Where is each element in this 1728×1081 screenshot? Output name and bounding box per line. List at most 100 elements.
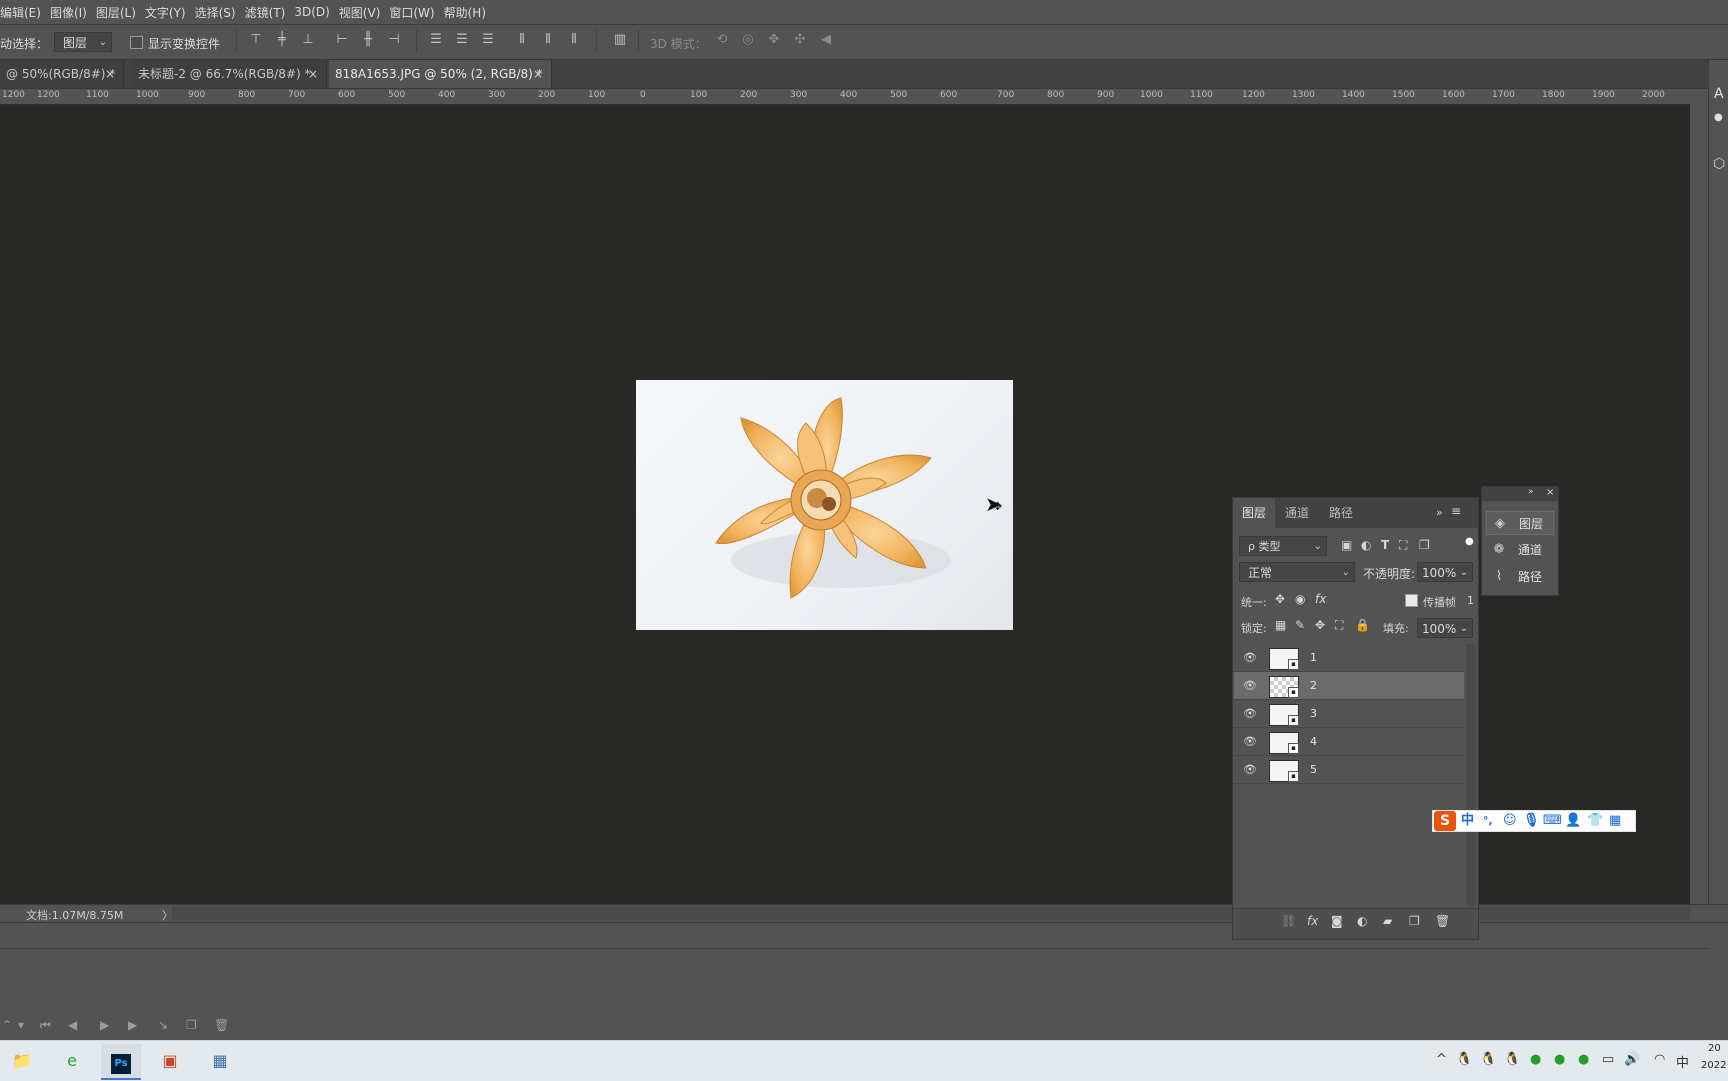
expand-icon[interactable]: » <box>1436 506 1443 519</box>
lock-transparent-icon[interactable]: ▦ <box>1275 618 1286 632</box>
lock-paint-icon[interactable]: ✎ <box>1295 618 1305 632</box>
delete-frame-icon[interactable]: 🗑 <box>214 1018 229 1032</box>
close-icon[interactable]: × <box>105 60 115 88</box>
adjustment-layer-icon[interactable]: ◐ <box>1357 914 1367 928</box>
distribute-right-icon[interactable]: ⫴ <box>566 32 582 48</box>
layers-scrollbar[interactable] <box>1466 644 1476 906</box>
delete-layer-icon[interactable]: 🗑 <box>1435 914 1450 928</box>
layer-row-selected[interactable]: 👁 ▪ 2 <box>1234 672 1464 700</box>
layer-name[interactable]: 3 <box>1310 707 1317 720</box>
show-hidden-icons-icon[interactable]: ^ <box>1436 1052 1447 1067</box>
unify-position-icon[interactable]: ✥ <box>1275 592 1285 606</box>
ime-toolbar[interactable]: S 中 °, ☺ 🎙 ⌨ 👤 👕 ▦ <box>1432 810 1636 832</box>
distribute-hcenter-icon[interactable]: ⫴ <box>540 32 556 48</box>
auto-select-dropdown[interactable]: 图层 ⌄ <box>54 32 112 52</box>
tab-document-active[interactable]: 818A1653.JPG @ 50% (2, RGB/8) * × <box>329 60 552 88</box>
tab-paths[interactable]: 路径 <box>1319 498 1363 528</box>
lock-all-icon[interactable]: 🔒 <box>1355 618 1370 632</box>
close-icon[interactable]: × <box>533 60 543 88</box>
unify-style-icon[interactable]: fx <box>1315 592 1326 606</box>
chevron-down-icon[interactable]: ▾ <box>18 1018 24 1032</box>
auto-align-icon[interactable]: ▥ <box>612 32 628 48</box>
eye-icon[interactable]: 👁 <box>1243 763 1257 777</box>
mini-panel-layers[interactable]: ◈ 图层 <box>1486 511 1554 535</box>
align-right-icon[interactable]: ⊣ <box>386 32 402 48</box>
layer-filter-dropdown[interactable]: ρ 类型 ⌄ <box>1239 536 1327 556</box>
type-filter-icon[interactable]: T <box>1381 538 1389 552</box>
photoshop-taskbar-button[interactable]: Ps <box>101 1044 141 1080</box>
duplicate-frame-icon[interactable]: ❐ <box>186 1018 197 1032</box>
ime-punctuation[interactable]: °, <box>1483 812 1493 830</box>
add-mask-icon[interactable]: ◙ <box>1331 914 1343 928</box>
close-icon[interactable]: × <box>1546 487 1554 498</box>
scale-3d-icon[interactable]: ◀ <box>818 32 834 48</box>
tween-icon[interactable]: ↘ <box>158 1018 168 1032</box>
layer-row[interactable]: 👁 ▪ 4 <box>1234 728 1464 756</box>
prev-frame-icon[interactable]: ◀ <box>68 1018 77 1032</box>
fill-field[interactable]: 100% ⌄ <box>1417 618 1473 638</box>
keyboard-icon[interactable]: ⌨ <box>1543 812 1562 830</box>
slide-3d-icon[interactable]: ✣ <box>792 32 808 48</box>
browser-icon[interactable]: e <box>52 1044 92 1078</box>
filter-toggle-icon[interactable]: ● <box>1465 536 1474 547</box>
align-top-icon[interactable]: ⊤ <box>248 32 264 48</box>
menu-select[interactable]: 选择(S) <box>195 4 245 21</box>
mini-panel-channels[interactable]: ❁ 通道 <box>1486 538 1554 562</box>
layer-name[interactable]: 4 <box>1310 735 1317 748</box>
expand-icon[interactable]: » <box>1528 487 1534 497</box>
clock-time[interactable]: 20 <box>1708 1043 1721 1054</box>
roll-3d-icon[interactable]: ◎ <box>740 32 756 48</box>
tab-layers[interactable]: 图层 <box>1233 498 1275 528</box>
lock-artboard-icon[interactable]: ⛶ <box>1335 618 1343 633</box>
link-layers-icon[interactable]: ⛓ <box>1281 914 1296 928</box>
loop-options-icon[interactable]: ⌃ <box>2 1018 12 1032</box>
character-panel-icon[interactable]: A <box>1714 86 1724 102</box>
panel-menu-icon[interactable]: ≡ <box>1451 504 1461 518</box>
align-hcenter-icon[interactable]: ╫ <box>360 32 376 48</box>
3d-panel-icon[interactable]: ⬡ <box>1713 156 1725 172</box>
distribute-top-icon[interactable]: ☰ <box>428 32 444 48</box>
first-frame-icon[interactable]: ⏮ <box>40 1018 51 1033</box>
menu-3d[interactable]: 3D(D) <box>294 5 338 19</box>
menu-filter[interactable]: 滤镜(T) <box>245 4 295 21</box>
sogou-logo-icon[interactable]: S <box>1434 811 1456 831</box>
qq-icon[interactable]: 🐧 <box>1480 1052 1496 1067</box>
microphone-icon[interactable]: 🎙 <box>1523 812 1540 830</box>
lock-position-icon[interactable]: ✥ <box>1315 618 1325 632</box>
vertical-scrollbar[interactable] <box>1690 89 1708 904</box>
adjustment-filter-icon[interactable]: ◐ <box>1361 538 1371 552</box>
layer-row[interactable]: 👁 ▪ 1 <box>1234 644 1464 672</box>
layer-name[interactable]: 2 <box>1310 679 1317 692</box>
menu-edit[interactable]: 编辑(E) <box>0 4 50 21</box>
user-icon[interactable]: 👤 <box>1565 812 1581 830</box>
image-filter-icon[interactable]: ▣ <box>1341 538 1352 552</box>
layer-name[interactable]: 5 <box>1310 763 1317 776</box>
opacity-field[interactable]: 100% ⌄ <box>1417 562 1473 582</box>
file-explorer-icon[interactable]: 📁 <box>2 1044 42 1078</box>
menu-type[interactable]: 文字(Y) <box>145 4 195 21</box>
menu-view[interactable]: 视图(V) <box>339 4 390 21</box>
skin-icon[interactable]: 👕 <box>1587 812 1603 830</box>
next-frame-icon[interactable]: ▶ <box>128 1018 137 1032</box>
new-group-icon[interactable]: ▰ <box>1383 914 1392 928</box>
play-icon[interactable]: ▶ <box>100 1018 109 1032</box>
network-icon[interactable]: ◠ <box>1654 1052 1665 1067</box>
tab-channels[interactable]: 通道 <box>1275 498 1319 528</box>
close-icon[interactable]: × <box>308 60 318 88</box>
tab-document-2[interactable]: 未标题-2 @ 66.7%(RGB/8#) * × <box>132 60 327 88</box>
smart-object-filter-icon[interactable]: ❐ <box>1419 538 1430 552</box>
layer-row[interactable]: 👁 ▪ 5 <box>1234 756 1464 784</box>
new-layer-icon[interactable]: ❐ <box>1409 914 1420 928</box>
layer-row[interactable]: 👁 ▪ 3 <box>1234 700 1464 728</box>
menu-layer[interactable]: 图层(L) <box>96 4 145 21</box>
align-bottom-icon[interactable]: ⊥ <box>300 32 316 48</box>
distribute-bottom-icon[interactable]: ☰ <box>480 32 496 48</box>
blend-mode-dropdown[interactable]: 正常 ⌄ <box>1239 562 1355 582</box>
shape-filter-icon[interactable]: ⛶ <box>1399 538 1407 553</box>
toolbox-icon[interactable]: ▦ <box>1609 812 1621 830</box>
ime-indicator[interactable]: 中 <box>1676 1052 1689 1071</box>
distribute-vcenter-icon[interactable]: ☰ <box>454 32 470 48</box>
menu-window[interactable]: 窗口(W) <box>389 4 443 21</box>
pan-3d-icon[interactable]: ✥ <box>766 32 782 48</box>
eye-icon[interactable]: 👁 <box>1243 735 1257 749</box>
